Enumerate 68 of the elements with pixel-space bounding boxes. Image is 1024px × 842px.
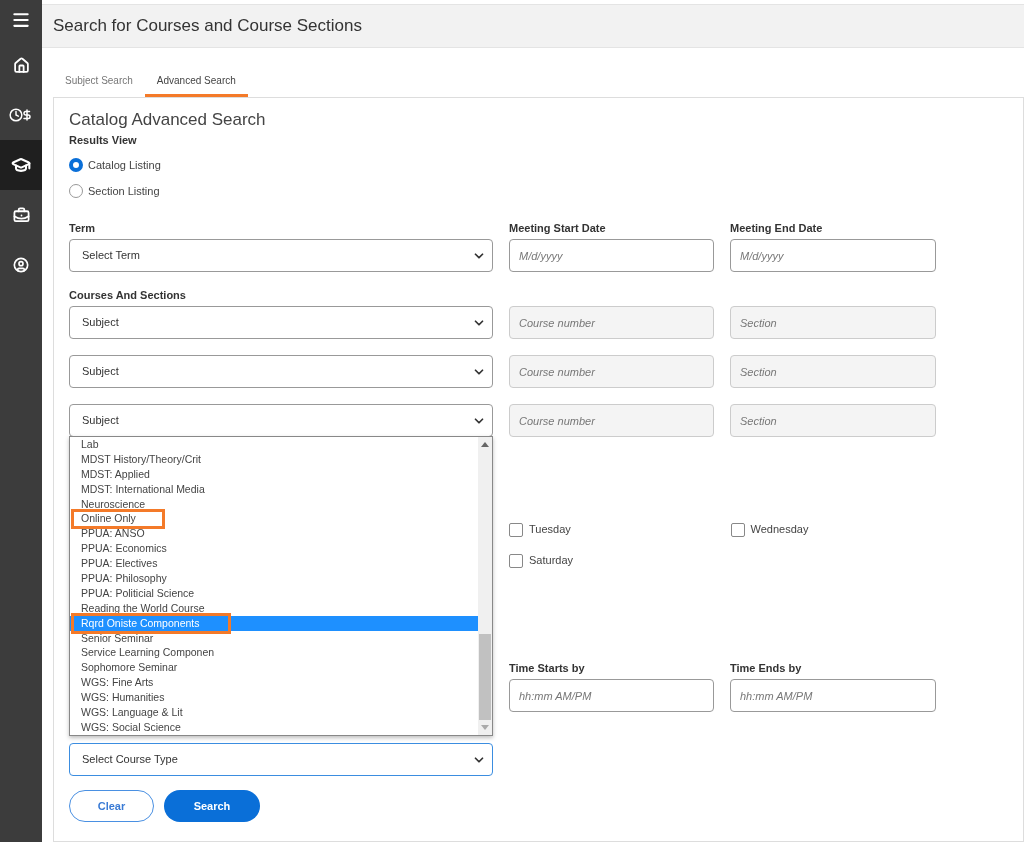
dropdown-option[interactable]: WGS: Fine Arts: [70, 675, 478, 691]
clock-dollar-icon: [9, 108, 33, 122]
field-label: Time Starts by: [509, 661, 586, 676]
scrollbar-thumb[interactable]: [479, 634, 491, 720]
select-field[interactable]: Select Term: [69, 239, 493, 272]
user-icon: [13, 257, 29, 273]
page-title: Search for Courses and Course Sections: [53, 15, 362, 38]
home-icon: [12, 56, 30, 74]
dropdown-option[interactable]: Neuroscience: [70, 496, 478, 512]
checkbox-label: Tuesday: [529, 522, 571, 538]
text-field[interactable]: Section: [730, 306, 936, 339]
text-field[interactable]: Course number: [509, 355, 714, 388]
dropdown-option[interactable]: Sophomore Seminar: [70, 660, 478, 676]
select-field[interactable]: Subject: [69, 355, 493, 388]
scroll-up-icon: [481, 442, 489, 447]
field-label: Time Ends by: [730, 661, 803, 676]
text-field[interactable]: hh:mm AM/PM: [730, 679, 936, 712]
dropdown-option[interactable]: Lab: [70, 437, 478, 452]
menu-icon: [11, 10, 31, 30]
text-field[interactable]: Section: [730, 404, 936, 437]
checkbox[interactable]: [730, 522, 745, 537]
tab[interactable]: Advanced Search: [144, 67, 248, 97]
radio-button[interactable]: [69, 184, 83, 198]
select-field[interactable]: Subject: [69, 404, 493, 437]
sidebar-item[interactable]: [0, 140, 42, 190]
dropdown-option[interactable]: MDST History/Theory/Crit: [70, 451, 478, 467]
dropdown-option[interactable]: MDST: International Media: [70, 481, 478, 497]
tab[interactable]: Subject Search: [53, 67, 145, 97]
select-field[interactable]: Subject: [69, 306, 493, 339]
text-field[interactable]: M/d/yyyy: [730, 239, 936, 272]
text-field[interactable]: Course number: [509, 404, 714, 437]
select-field[interactable]: Select Course Type: [69, 743, 493, 776]
checkbox[interactable]: [509, 553, 523, 568]
radio-label: Catalog Listing: [88, 157, 161, 173]
checkbox-label: Saturday: [529, 553, 574, 569]
briefcase-icon: [12, 206, 30, 224]
text-field[interactable]: M/d/yyyy: [509, 239, 714, 272]
dropdown-option[interactable]: WGS: Language & Lit: [70, 705, 478, 720]
dropdown-option[interactable]: MDST: Applied: [70, 466, 478, 482]
field-label: Courses And Sections: [69, 288, 187, 303]
checkbox-label: Wednesday: [750, 522, 809, 538]
field-label: Term: [69, 221, 97, 236]
dropdown-option[interactable]: PPUA: ANSO: [70, 526, 478, 542]
text-field[interactable]: Section: [730, 355, 936, 388]
scrollbar[interactable]: [478, 437, 492, 735]
search-button[interactable]: Search: [164, 790, 260, 822]
scroll-down-icon: [481, 725, 489, 730]
field-label: Meeting End Date: [730, 221, 824, 236]
dropdown-option[interactable]: WGS: Humanities: [70, 690, 478, 706]
radio-button[interactable]: [69, 158, 83, 172]
form-heading: Catalog Advanced Search: [69, 109, 267, 131]
graduation-cap-icon: [11, 155, 31, 175]
section-label: Results View: [69, 133, 138, 148]
field-label: Meeting Start Date: [509, 221, 607, 236]
dropdown-option[interactable]: WGS: Social Science: [70, 719, 478, 735]
dropdown-option[interactable]: Online Only: [70, 511, 478, 527]
dropdown-option[interactable]: PPUA: Philosophy: [70, 571, 478, 586]
dropdown-option[interactable]: Service Learning Componen: [70, 645, 478, 661]
dropdown-option[interactable]: PPUA: Electives: [70, 556, 478, 571]
checkbox[interactable]: [509, 522, 523, 537]
dropdown-option[interactable]: PPUA: Economics: [70, 541, 478, 557]
dropdown-option[interactable]: PPUA: Politicial Science: [70, 585, 478, 601]
dropdown-option[interactable]: Senior Seminar: [70, 630, 478, 646]
text-field[interactable]: Course number: [509, 306, 714, 339]
clear-button[interactable]: Clear: [69, 790, 154, 822]
radio-label: Section Listing: [88, 183, 160, 199]
dropdown-option[interactable]: Reading the World Course: [70, 600, 478, 616]
text-field[interactable]: hh:mm AM/PM: [509, 679, 714, 712]
